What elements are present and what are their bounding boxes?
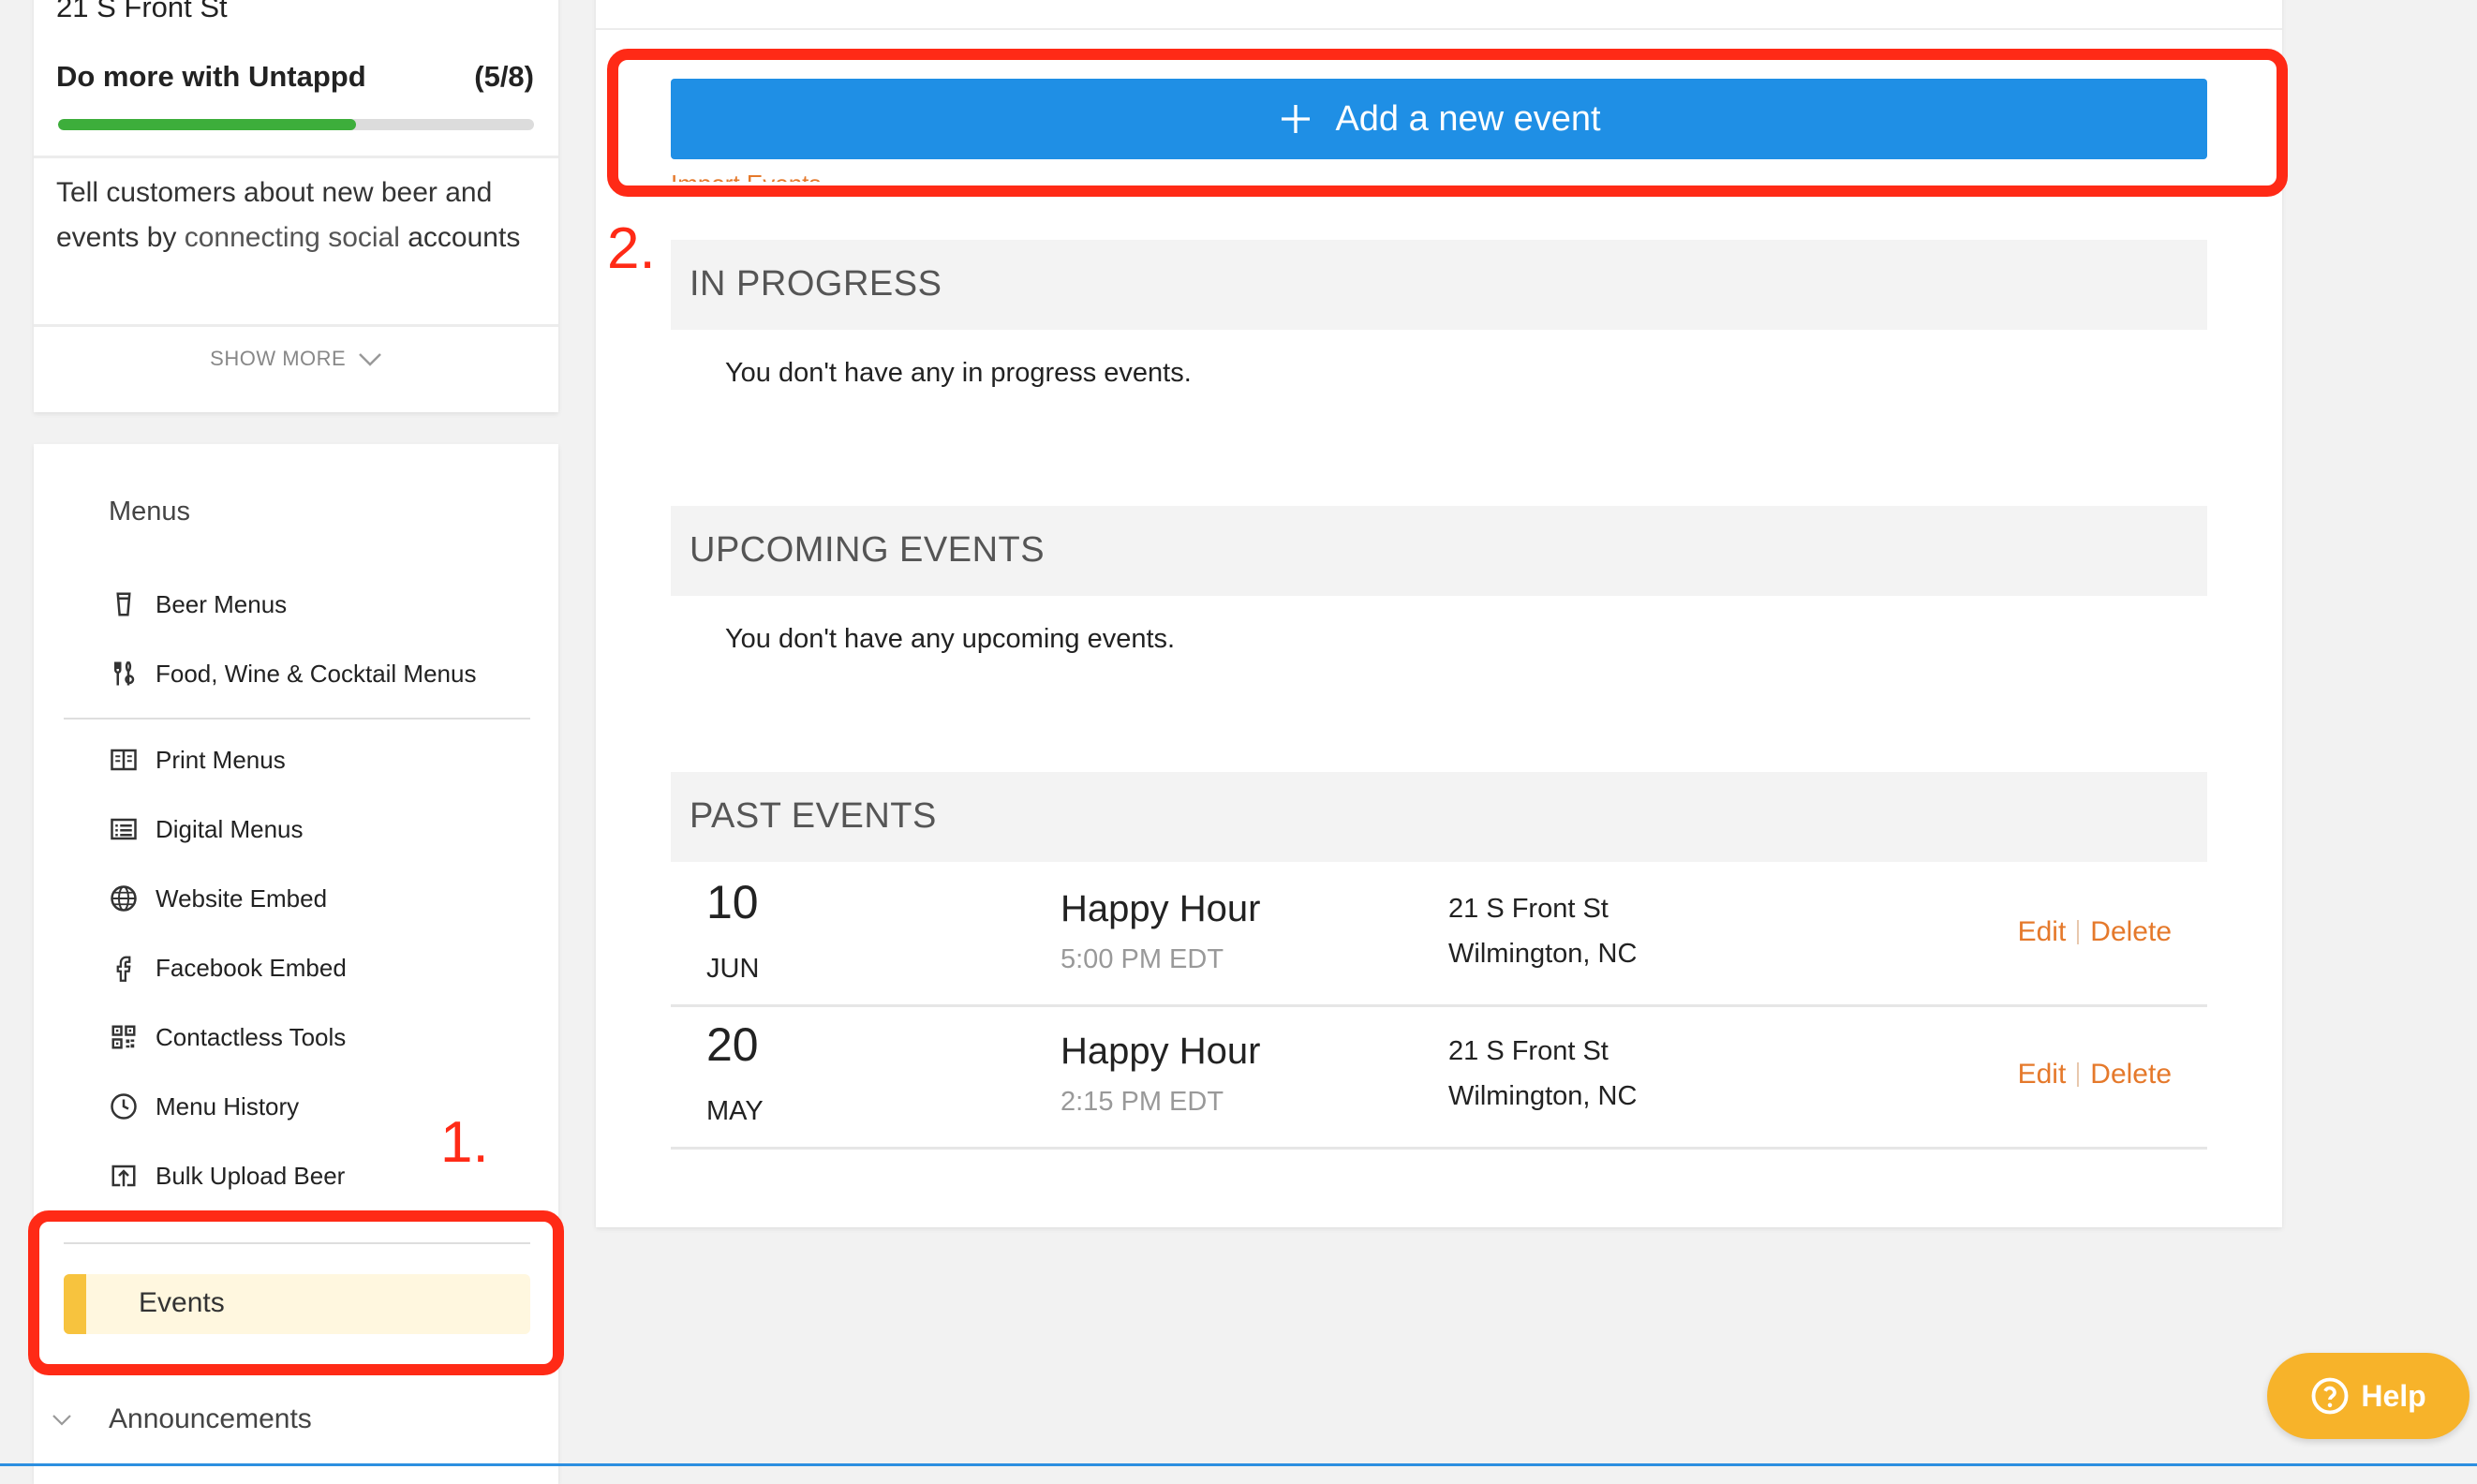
sidebar-item-facebook-embed[interactable]: Facebook Embed (109, 944, 347, 991)
edit-event-link[interactable]: Edit (2018, 1059, 2067, 1091)
section-title: UPCOMING EVENTS (690, 530, 1046, 570)
in-progress-empty-message: You don't have any in progress events. (725, 358, 1192, 388)
active-indicator (64, 1274, 86, 1334)
facebook-icon (109, 953, 139, 983)
sidebar-item-label: Print Menus (156, 745, 286, 774)
chevron-down-icon (358, 353, 381, 366)
upcoming-events-header: UPCOMING EVENTS (671, 506, 2207, 596)
bottom-border (0, 1463, 2477, 1466)
add-event-button[interactable]: Add a new event (671, 79, 2207, 159)
event-row: 10 JUN Happy Hour 5:00 PM EDT 21 S Front… (671, 862, 2207, 1007)
sidebar-item-digital-menus[interactable]: Digital Menus (109, 806, 304, 853)
sidebar-item-events[interactable]: Events (64, 1274, 530, 1334)
menus-heading: Menus (109, 497, 191, 527)
annotation-step-2: 2. (607, 216, 656, 281)
divider (34, 156, 558, 158)
qr-code-icon (109, 1022, 139, 1052)
utensils-icon (109, 659, 139, 689)
show-more-button[interactable]: SHOW MORE (34, 347, 558, 371)
section-title: IN PROGRESS (690, 264, 942, 304)
event-time: 5:00 PM EDT (1061, 944, 1224, 974)
sidebar-item-label: Menu History (156, 1091, 300, 1120)
sidebar-item-label: Bulk Upload Beer (156, 1161, 346, 1190)
event-month: MAY (706, 1096, 764, 1126)
show-more-label: SHOW MORE (210, 347, 347, 370)
onboarding-progress-fill (58, 119, 356, 130)
delete-event-link[interactable]: Delete (2090, 916, 2172, 948)
event-actions: Edit Delete (2018, 1059, 2172, 1091)
sidebar-item-label: Food, Wine & Cocktail Menus (156, 659, 477, 688)
sidebar-item-label: Digital Menus (156, 814, 304, 843)
sidebar-nav: Menus Beer Menus Food, Wine & Cocktail M… (34, 444, 558, 1484)
in-progress-header: IN PROGRESS (671, 240, 2207, 330)
event-address-line2: Wilmington, NC (1448, 1081, 1638, 1111)
sidebar-item-beer-menus[interactable]: Beer Menus (109, 581, 287, 628)
sidebar-item-label: Beer Menus (156, 589, 288, 618)
sidebar-item-bulk-upload-beer[interactable]: Bulk Upload Beer (109, 1152, 345, 1199)
sidebar-item-label: Facebook Embed (156, 953, 347, 982)
chevron-down-icon[interactable] (51, 1409, 73, 1432)
clock-icon (109, 1091, 139, 1121)
delete-event-link[interactable]: Delete (2090, 1059, 2172, 1091)
event-day: 20 (706, 1018, 759, 1071)
sidebar-item-label: Website Embed (156, 883, 328, 913)
sidebar-item-label: Contactless Tools (156, 1022, 347, 1051)
event-address-line2: Wilmington, NC (1448, 939, 1638, 969)
event-address-line1: 21 S Front St (1448, 894, 1609, 924)
tip-tail: accounts (399, 222, 521, 253)
divider (34, 324, 558, 327)
sidebar-item-menu-history[interactable]: Menu History (109, 1083, 299, 1130)
onboarding-title: Do more with Untappd (56, 60, 366, 93)
help-label: Help (2361, 1378, 2426, 1413)
onboarding-progress-bar (58, 119, 534, 130)
separator (2077, 920, 2080, 944)
event-month: JUN (706, 954, 760, 984)
onboarding-count: (5/8) (474, 60, 534, 93)
venue-address: 21 S Front St (56, 0, 228, 23)
globe-icon (109, 883, 139, 913)
add-event-label: Add a new event (1335, 98, 1601, 139)
divider (64, 1242, 530, 1244)
past-events-header: PAST EVENTS (671, 772, 2207, 862)
edit-event-link[interactable]: Edit (2018, 916, 2067, 948)
sidebar-item-contactless-tools[interactable]: Contactless Tools (109, 1014, 346, 1061)
sidebar-item-print-menus[interactable]: Print Menus (109, 736, 286, 783)
section-title: PAST EVENTS (690, 796, 937, 836)
events-panel: Add a new event Import Events IN PROGRES… (596, 0, 2282, 1227)
connect-social-link[interactable]: connecting social (185, 222, 400, 253)
upcoming-empty-message: You don't have any upcoming events. (725, 624, 1176, 654)
onboarding-tip: Tell customers about new beer and events… (56, 171, 543, 260)
event-day: 10 (706, 876, 759, 928)
event-name: Happy Hour (1061, 888, 1261, 929)
divider (596, 28, 2282, 30)
sidebar-item-announcements[interactable]: Announcements (109, 1403, 312, 1435)
event-time: 2:15 PM EDT (1061, 1087, 1224, 1117)
sidebar-item-label: Events (139, 1287, 225, 1318)
book-icon (109, 745, 139, 775)
annotation-step-1: 1. (440, 1110, 489, 1175)
plus-icon (1282, 105, 1311, 133)
help-button[interactable]: Help (2267, 1353, 2470, 1439)
list-icon (109, 814, 139, 844)
sidebar-item-food-menus[interactable]: Food, Wine & Cocktail Menus (109, 650, 476, 697)
question-circle-icon (2311, 1377, 2349, 1415)
onboarding-card: 21 S Front St Do more with Untappd (5/8)… (34, 0, 558, 412)
import-events-link[interactable]: Import Events (671, 165, 821, 182)
event-row: 20 MAY Happy Hour 2:15 PM EDT 21 S Front… (671, 1004, 2207, 1150)
event-address-line1: 21 S Front St (1448, 1036, 1609, 1066)
event-actions: Edit Delete (2018, 916, 2172, 948)
divider (64, 718, 530, 720)
separator (2077, 1062, 2080, 1087)
sidebar-item-website-embed[interactable]: Website Embed (109, 875, 327, 922)
upload-icon (109, 1161, 139, 1191)
beer-glass-icon (109, 589, 139, 619)
event-name: Happy Hour (1061, 1031, 1261, 1072)
